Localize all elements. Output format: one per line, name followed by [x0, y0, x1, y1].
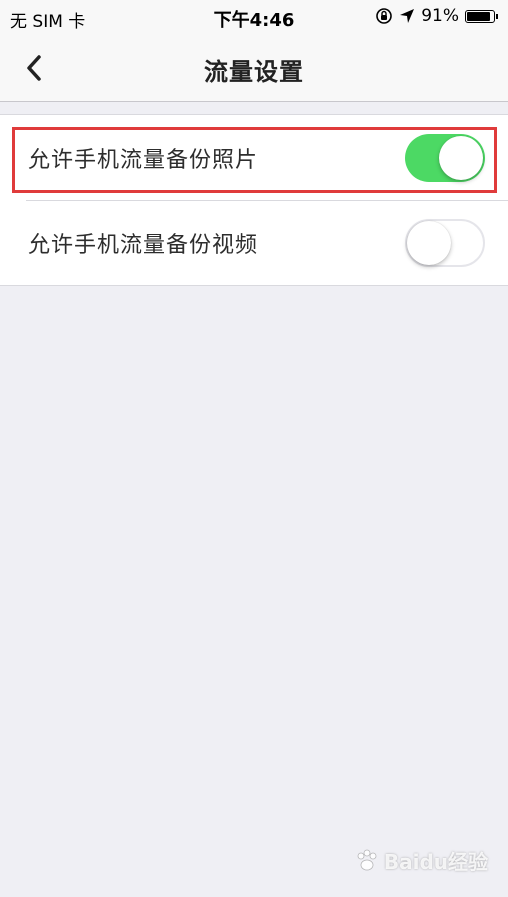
toggle-knob	[407, 220, 451, 265]
setting-row-photo-backup: 允许手机流量备份照片	[0, 115, 508, 200]
battery-icon	[465, 9, 495, 23]
video-backup-toggle[interactable]	[405, 218, 485, 267]
setting-row-video-backup: 允许手机流量备份视频	[0, 200, 508, 285]
navigation-bar: 流量设置	[0, 34, 508, 102]
setting-label-photo-backup: 允许手机流量备份照片	[28, 147, 259, 173]
photo-backup-toggle[interactable]	[405, 133, 485, 182]
orientation-lock-icon	[376, 8, 393, 24]
settings-list: 允许手机流量备份照片 允许手机流量备份视频	[0, 114, 508, 286]
status-bar: 无 SIM 卡 下午4:46 91%	[0, 0, 508, 34]
page-title: 流量设置	[204, 58, 304, 86]
status-right-group: 91%	[375, 6, 498, 26]
battery-cap	[496, 13, 498, 19]
paw-icon	[357, 849, 377, 870]
setting-label-video-backup: 允许手机流量备份视频	[28, 232, 259, 258]
watermark-text: Baidu经验	[383, 850, 488, 874]
watermark: Baidu经验	[354, 846, 488, 875]
battery-fill	[467, 11, 491, 21]
battery-percent: 91%	[421, 6, 459, 26]
toggle-knob	[439, 135, 483, 180]
location-arrow-icon	[400, 9, 415, 23]
